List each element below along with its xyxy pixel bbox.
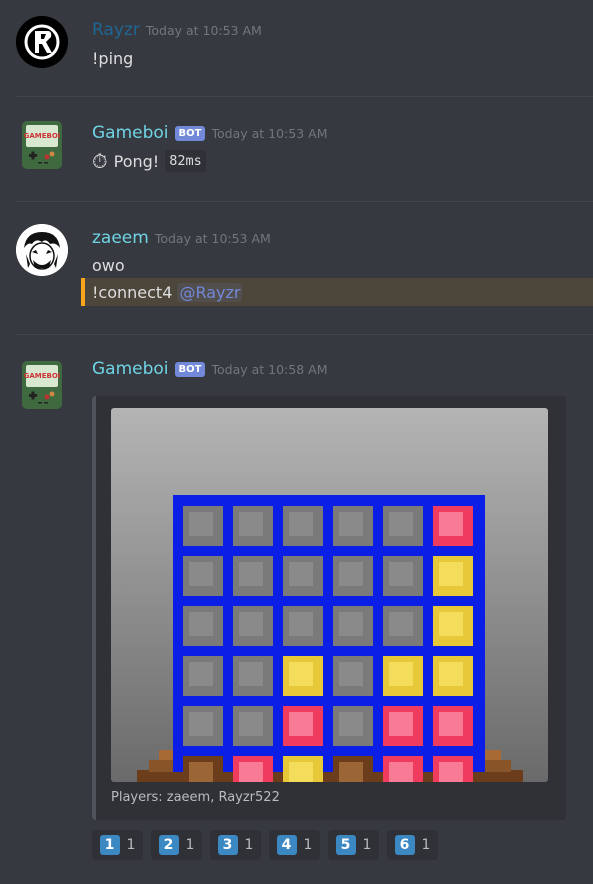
reaction-6[interactable]: 6 1	[387, 830, 438, 860]
empty-slot-highlight	[189, 512, 213, 536]
rayzr-logo-icon	[16, 16, 68, 68]
avatar[interactable]: GAMEBOI	[16, 359, 68, 411]
reaction-count: 1	[421, 837, 431, 853]
reaction-bar: 1 1 2 1 3 1 4 1 5 1 6 1	[92, 830, 438, 860]
red-disc-highlight	[439, 512, 463, 536]
yellow-disc-highlight	[439, 662, 463, 686]
avatar[interactable]: GAMEBOI	[16, 119, 68, 171]
keycap-six-icon: 6	[394, 835, 415, 855]
empty-slot-highlight	[289, 512, 313, 536]
empty-slot-highlight	[339, 562, 363, 586]
avatar[interactable]	[16, 224, 68, 276]
username[interactable]: Rayzr	[92, 20, 140, 40]
username[interactable]: Gameboi	[92, 123, 169, 143]
reaction-2[interactable]: 2 1	[151, 830, 202, 860]
empty-slot-highlight	[189, 612, 213, 636]
command-text: !connect4	[92, 283, 173, 302]
message-zaeem: zaeem Today at 10:53 AM owo !connect4 @R…	[0, 202, 593, 332]
empty-slot-highlight	[239, 712, 263, 736]
zaeem-avatar-icon	[16, 224, 68, 276]
svg-text:GAMEBOI: GAMEBOI	[24, 372, 61, 380]
avatar[interactable]	[16, 16, 68, 68]
empty-slot-highlight	[239, 512, 263, 536]
connect4-board	[111, 408, 548, 782]
username[interactable]: Gameboi	[92, 359, 169, 379]
pong-text: Pong!	[113, 151, 160, 171]
message-text: owo	[92, 256, 125, 275]
reaction-3[interactable]: 3 1	[210, 830, 261, 860]
empty-slot-highlight	[339, 662, 363, 686]
keycap-four-icon: 4	[276, 835, 297, 855]
embed-footer: Players: zaeem, Rayzr522	[111, 790, 280, 805]
timestamp: Today at 10:58 AM	[211, 362, 328, 377]
connect4-board-image[interactable]	[111, 408, 548, 782]
message-rayzr: Rayzr Today at 10:53 AM !ping	[0, 0, 593, 96]
stopwatch-icon: ⏱	[92, 149, 108, 173]
gameboy-icon: GAMEBOI	[22, 121, 62, 169]
red-disc-highlight	[389, 762, 413, 782]
keycap-three-icon: 3	[217, 835, 238, 855]
stand-slot-highlight	[339, 762, 363, 782]
reaction-count: 1	[126, 837, 136, 853]
yellow-disc-highlight	[439, 612, 463, 636]
empty-slot-highlight	[289, 612, 313, 636]
empty-slot-highlight	[389, 562, 413, 586]
message-text-mention: !connect4 @Rayzr	[92, 283, 243, 302]
red-disc-highlight	[439, 712, 463, 736]
username[interactable]: zaeem	[92, 228, 149, 248]
empty-slot-highlight	[189, 662, 213, 686]
red-disc-highlight	[389, 712, 413, 736]
keycap-five-icon: 5	[335, 835, 356, 855]
keycap-two-icon: 2	[158, 835, 179, 855]
reaction-1[interactable]: 1 1	[92, 830, 143, 860]
message-gameboi-pong: GAMEBOI Gameboi BOT Today at 10:53 AM ⏱ …	[0, 97, 593, 197]
timestamp: Today at 10:53 AM	[145, 23, 262, 38]
empty-slot-highlight	[339, 612, 363, 636]
empty-slot-highlight	[339, 712, 363, 736]
empty-slot-highlight	[239, 562, 263, 586]
empty-slot-highlight	[289, 562, 313, 586]
reaction-count: 1	[185, 837, 195, 853]
red-disc-highlight	[239, 762, 263, 782]
keycap-one-icon: 1	[99, 835, 120, 855]
red-disc-highlight	[439, 762, 463, 782]
yellow-disc-highlight	[289, 662, 313, 686]
svg-text:GAMEBOI: GAMEBOI	[24, 132, 61, 140]
gameboy-icon: GAMEBOI	[22, 361, 62, 409]
bot-badge: BOT	[174, 362, 206, 377]
reaction-count: 1	[303, 837, 313, 853]
red-disc-highlight	[289, 712, 313, 736]
empty-slot-highlight	[389, 612, 413, 636]
bot-badge: BOT	[174, 126, 206, 141]
empty-slot-highlight	[389, 512, 413, 536]
empty-slot-highlight	[239, 662, 263, 686]
reaction-4[interactable]: 4 1	[269, 830, 320, 860]
empty-slot-highlight	[189, 712, 213, 736]
empty-slot-highlight	[339, 512, 363, 536]
yellow-disc-highlight	[289, 762, 313, 782]
stand-slot-highlight	[189, 762, 213, 782]
ping-value: 82ms	[165, 150, 206, 172]
message-text: ⏱ Pong! 82ms	[92, 149, 206, 173]
empty-slot-highlight	[189, 562, 213, 586]
message-text: !ping	[92, 49, 134, 68]
empty-slot-highlight	[239, 612, 263, 636]
user-mention[interactable]: @Rayzr	[177, 283, 243, 302]
reaction-count: 1	[244, 837, 254, 853]
yellow-disc-highlight	[439, 562, 463, 586]
timestamp: Today at 10:53 AM	[211, 126, 328, 141]
game-embed: Players: zaeem, Rayzr522	[92, 396, 566, 820]
reaction-count: 1	[362, 837, 372, 853]
yellow-disc-highlight	[389, 662, 413, 686]
reaction-5[interactable]: 5 1	[328, 830, 379, 860]
timestamp: Today at 10:53 AM	[154, 231, 271, 246]
